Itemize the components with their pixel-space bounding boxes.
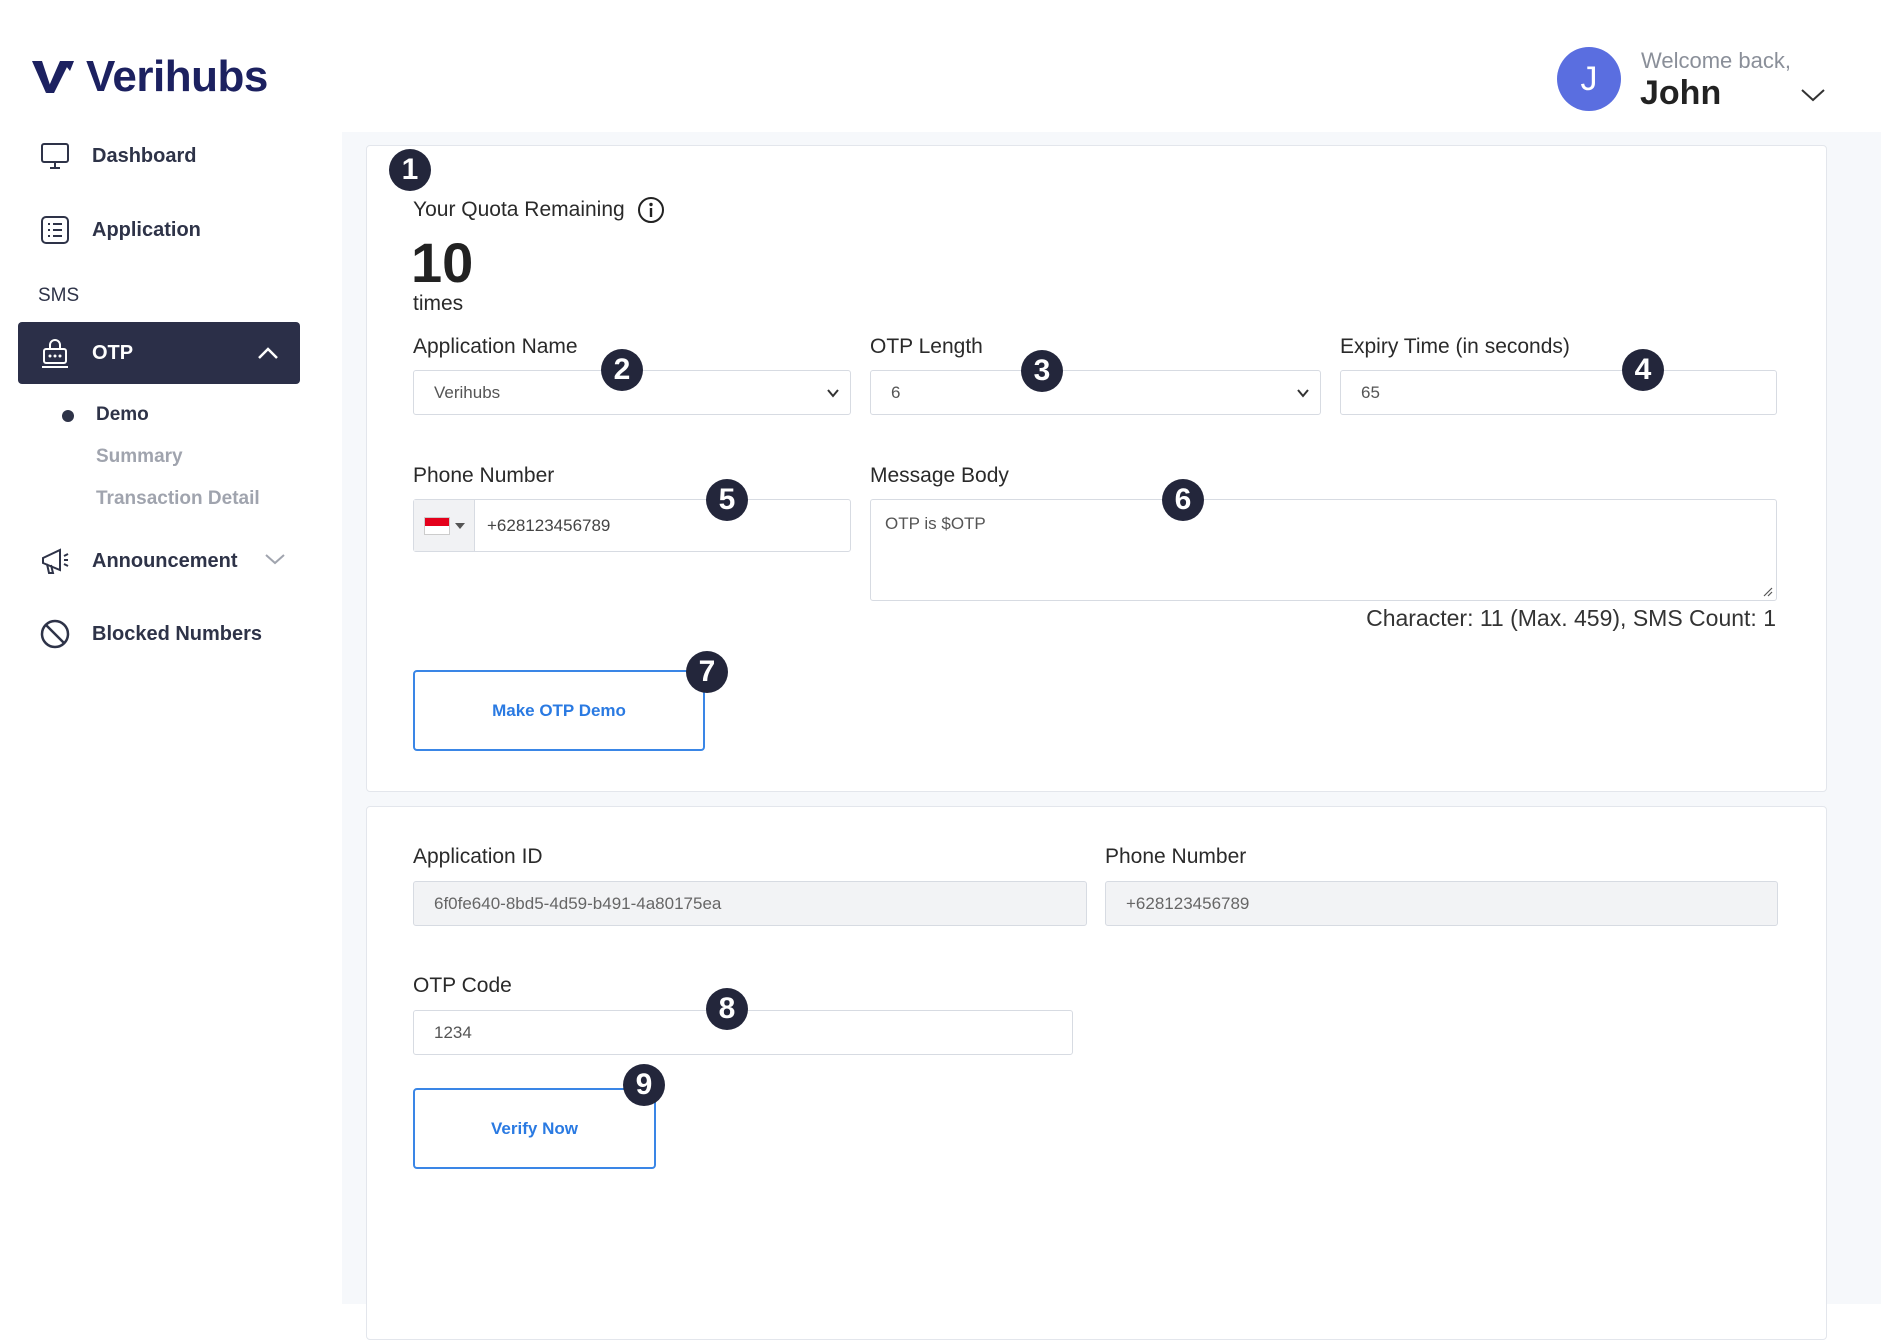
step-badge-5: 5 — [706, 479, 748, 521]
blocked-icon — [38, 617, 72, 651]
megaphone-icon — [38, 544, 72, 578]
sidebar-item-otp[interactable]: OTP — [18, 322, 300, 384]
sidebar-item-label: Dashboard — [92, 144, 197, 167]
make-otp-demo-button[interactable]: Make OTP Demo — [413, 670, 705, 751]
message-body-value: OTP is $OTP — [885, 514, 986, 533]
sidebar-item-dashboard[interactable]: Dashboard — [38, 136, 196, 176]
message-body-label: Message Body — [870, 464, 1009, 487]
expiry-value: 65 — [1361, 382, 1380, 402]
app-id-input: 6f0fe640-8bd5-4d59-b491-4a80175ea — [413, 881, 1087, 926]
expiry-input[interactable]: 65 — [1340, 370, 1777, 415]
country-code-select[interactable] — [414, 500, 475, 551]
app-id-label: Application ID — [413, 845, 543, 868]
welcome-text: Welcome back, — [1641, 48, 1791, 73]
sidebar-item-application[interactable]: Application — [38, 210, 201, 250]
step-badge-8: 8 — [706, 988, 748, 1030]
chevron-up-icon[interactable] — [256, 341, 280, 365]
quota-value: 10 — [411, 231, 474, 294]
verify-now-button[interactable]: Verify Now — [413, 1088, 656, 1169]
username: John — [1640, 74, 1722, 112]
sidebar-subitem-demo[interactable]: Demo — [96, 404, 149, 426]
otp-length-value: 6 — [891, 382, 901, 402]
sidebar-item-label: Announcement — [92, 549, 238, 572]
message-body-textarea[interactable]: OTP is $OTP — [870, 499, 1777, 601]
user-menu-chevron-down-icon[interactable] — [1800, 88, 1826, 108]
phone-value: +628123456789 — [487, 515, 611, 535]
phone-label: Phone Number — [413, 464, 555, 487]
step-badge-7: 7 — [686, 651, 728, 693]
section-label-sms: SMS — [38, 285, 80, 306]
info-icon[interactable] — [637, 196, 665, 224]
otp-code-value: 1234 — [434, 1022, 472, 1042]
sidebar-subitem-summary[interactable]: Summary — [96, 446, 183, 468]
expiry-label: Expiry Time (in seconds) — [1340, 335, 1570, 358]
verify-phone-input: +628123456789 — [1105, 881, 1778, 926]
brand-logo[interactable]: Verihubs — [32, 52, 268, 102]
sidebar-item-label: Blocked Numbers — [92, 622, 263, 645]
app-id-value: 6f0fe640-8bd5-4d59-b491-4a80175ea — [434, 893, 722, 913]
app-name-value: Verihubs — [434, 382, 501, 402]
avatar[interactable]: J — [1557, 47, 1621, 111]
otp-lock-icon — [38, 336, 72, 370]
character-count: Character: 11 (Max. 459), SMS Count: 1 — [1366, 605, 1776, 631]
indonesia-flag-icon — [423, 516, 450, 535]
sidebar-item-label: Application — [92, 218, 201, 241]
quota-title: Your Quota Remaining — [413, 196, 665, 224]
verify-phone-label: Phone Number — [1105, 845, 1247, 868]
caret-down-icon — [454, 522, 465, 529]
sidebar: Verihubs Dashboard Application SMS OTP D… — [0, 0, 343, 1304]
sidebar-subitem-transaction-detail[interactable]: Transaction Detail — [96, 488, 260, 510]
step-badge-6: 6 — [1162, 479, 1204, 521]
monitor-icon — [38, 139, 72, 173]
otp-code-label: OTP Code — [413, 974, 512, 997]
step-badge-9: 9 — [623, 1064, 665, 1106]
brand-name: Verihubs — [86, 52, 268, 101]
otp-length-label: OTP Length — [870, 335, 983, 358]
step-badge-3: 3 — [1021, 350, 1063, 392]
quota-title-text: Your Quota Remaining — [413, 198, 625, 221]
quota-unit: times — [413, 292, 464, 315]
step-badge-2: 2 — [601, 349, 643, 391]
chevron-down-icon[interactable] — [264, 552, 286, 570]
otp-length-select[interactable]: 6 — [870, 370, 1321, 415]
phone-input[interactable]: +628123456789 — [413, 499, 851, 552]
step-badge-4: 4 — [1622, 349, 1664, 391]
verify-phone-value: +628123456789 — [1126, 893, 1250, 913]
sidebar-item-blocked-numbers[interactable]: Blocked Numbers — [38, 614, 262, 654]
active-bullet — [62, 410, 74, 422]
app-name-label: Application Name — [413, 335, 578, 358]
resize-handle-icon[interactable] — [1761, 585, 1773, 597]
step-badge-1: 1 — [389, 149, 431, 191]
sidebar-item-announcement[interactable]: Announcement — [38, 541, 286, 581]
verihubs-logo-icon — [32, 61, 74, 93]
chevron-down-icon — [1297, 388, 1309, 398]
list-icon — [38, 213, 72, 247]
sidebar-item-label: OTP — [92, 341, 134, 364]
chevron-down-icon — [827, 388, 839, 398]
